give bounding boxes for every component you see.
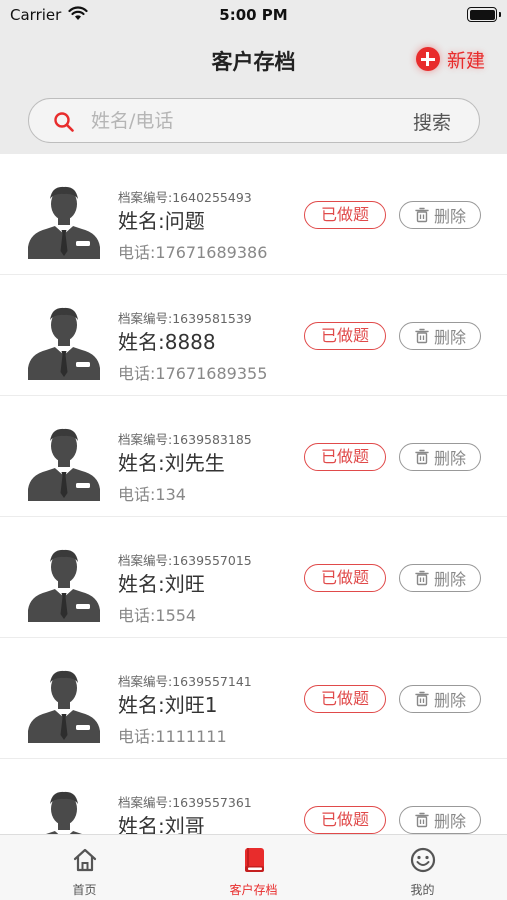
search-area: 搜索 <box>0 90 507 154</box>
status-badge: 已做题 <box>304 201 386 229</box>
delete-button[interactable]: 删除 <box>399 806 481 834</box>
new-customer-button[interactable]: 新建 <box>415 44 485 74</box>
search-button[interactable]: 搜索 <box>413 108 451 135</box>
delete-button[interactable]: 删除 <box>399 201 481 229</box>
status-badge: 已做题 <box>304 322 386 350</box>
status-badge: 已做题 <box>304 564 386 592</box>
book-icon <box>239 845 269 875</box>
delete-label: 删除 <box>433 691 466 710</box>
status-badge: 已做题 <box>304 685 386 713</box>
avatar <box>28 306 100 380</box>
customer-name: 姓名:刘旺 <box>118 572 205 596</box>
delete-label: 删除 <box>433 449 466 468</box>
customer-phone: 电话:1554 <box>118 606 197 625</box>
delete-button[interactable]: 删除 <box>399 564 481 592</box>
customer-name: 姓名:刘哥 <box>118 814 205 834</box>
battery-icon <box>467 7 501 22</box>
customer-row[interactable]: 档案编号:1639557015 姓名:刘旺电话:1554 已做题 删除 <box>0 517 507 638</box>
customer-row[interactable]: 档案编号:1639583185 姓名:刘先生电话:134 已做题 删除 <box>0 396 507 517</box>
delete-button[interactable]: 删除 <box>399 443 481 471</box>
smiley-icon <box>408 845 438 875</box>
search-icon <box>53 111 75 137</box>
delete-button[interactable]: 删除 <box>399 685 481 713</box>
search-bar: 搜索 <box>28 98 480 143</box>
avatar <box>28 427 100 501</box>
customer-phone: 电话:17671689386 <box>118 243 268 262</box>
file-number: 档案编号:1639581539 <box>118 311 252 326</box>
status-badge: 已做题 <box>304 806 386 834</box>
trash-icon <box>414 812 430 828</box>
delete-label: 删除 <box>433 812 466 831</box>
file-number: 档案编号:1639583185 <box>118 432 252 447</box>
trash-icon <box>414 570 430 586</box>
customer-list[interactable]: 档案编号:1640255493 姓名:问题 电话:17671689386 已做题 删除档… <box>0 154 507 834</box>
avatar <box>28 669 100 743</box>
file-number: 档案编号:1639557141 <box>118 674 252 689</box>
tab-customer-archive-label: 客户存档 <box>229 883 278 897</box>
status-bar: Carrier 5:00 PM <box>0 0 507 32</box>
new-customer-label: 新建 <box>446 49 485 72</box>
trash-icon <box>414 449 430 465</box>
tab-mine[interactable]: 我的 <box>338 835 507 900</box>
clock: 5:00 PM <box>219 6 288 24</box>
customer-row[interactable]: 档案编号:1640255493 姓名:问题电话:17671689386 已做题 删除 <box>0 154 507 275</box>
customer-phone: 电话:134 <box>118 485 186 504</box>
trash-icon <box>414 691 430 707</box>
tab-home-label: 首页 <box>72 883 97 897</box>
customer-row[interactable]: 档案编号:1639557141 姓名:刘旺1 电话:1111111 已做题 删除 <box>0 638 507 759</box>
delete-label: 删除 <box>433 570 466 589</box>
avatar <box>28 185 100 259</box>
tab-customer-archive[interactable]: 客户存档 <box>169 835 338 900</box>
customer-phone: 电话:1111111 <box>118 727 227 746</box>
avatar <box>28 548 100 622</box>
tab-home[interactable]: 首页 <box>0 835 169 900</box>
tab-mine-label: 我的 <box>410 883 435 897</box>
delete-button[interactable]: 删除 <box>399 322 481 350</box>
status-badge: 已做题 <box>304 443 386 471</box>
customer-row[interactable]: 档案编号:1639557361 姓名:刘哥 已做题 删除 <box>0 759 507 834</box>
avatar <box>28 790 100 834</box>
delete-label: 删除 <box>433 328 466 347</box>
trash-icon <box>414 207 430 223</box>
customer-name: 姓名:刘先生 <box>118 451 225 475</box>
file-number: 档案编号:1640255493 <box>118 190 252 205</box>
delete-label: 删除 <box>433 207 466 226</box>
tab-bar: 首页 客户存档 我的 <box>0 834 507 900</box>
customer-name: 姓名:8888 <box>118 330 216 354</box>
customer-phone: 电话:17671689355 <box>118 364 268 383</box>
file-number: 档案编号:1639557015 <box>118 553 252 568</box>
customer-name: 姓名:问题 <box>118 209 205 233</box>
trash-icon <box>414 328 430 344</box>
plus-icon <box>415 47 440 71</box>
home-icon <box>70 845 100 875</box>
customer-name: 姓名:刘旺1 <box>118 693 218 717</box>
file-number: 档案编号:1639557361 <box>118 795 252 810</box>
nav-bar: 客户存档 新建 <box>0 32 507 90</box>
customer-row[interactable]: 档案编号:1639581539 姓名:8888 电话:17671689355 已做题 删… <box>0 275 507 396</box>
search-input[interactable] <box>91 107 391 135</box>
